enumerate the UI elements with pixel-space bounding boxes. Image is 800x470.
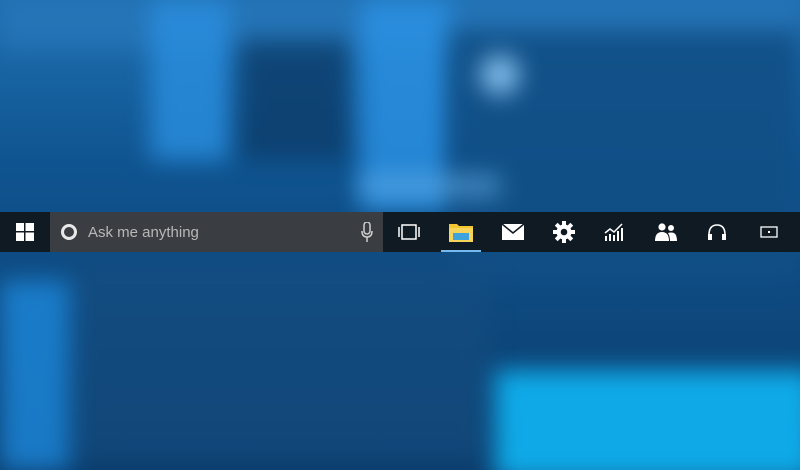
gear-icon	[553, 221, 575, 243]
chart-icon	[604, 223, 623, 241]
taskbar: Ask me anything	[0, 212, 800, 252]
task-view-button[interactable]	[383, 212, 435, 252]
headphones-icon	[708, 224, 726, 240]
stocks-button[interactable]	[589, 212, 641, 252]
music-button[interactable]	[691, 212, 743, 252]
media-button[interactable]	[743, 212, 795, 252]
mail-icon	[502, 224, 524, 240]
task-view-icon	[398, 224, 420, 240]
search-input[interactable]: Ask me anything	[50, 212, 383, 252]
cortana-icon[interactable]	[61, 224, 77, 240]
mail-button[interactable]	[487, 212, 539, 252]
people-icon	[655, 223, 677, 241]
windows-logo-icon	[16, 223, 34, 241]
people-button[interactable]	[641, 212, 691, 252]
folder-icon	[449, 224, 473, 242]
search-placeholder: Ask me anything	[88, 223, 199, 241]
microphone-icon[interactable]	[361, 222, 373, 242]
file-explorer-button[interactable]	[435, 212, 487, 252]
settings-button[interactable]	[539, 212, 589, 252]
start-button[interactable]	[0, 212, 50, 252]
media-icon	[760, 226, 778, 238]
